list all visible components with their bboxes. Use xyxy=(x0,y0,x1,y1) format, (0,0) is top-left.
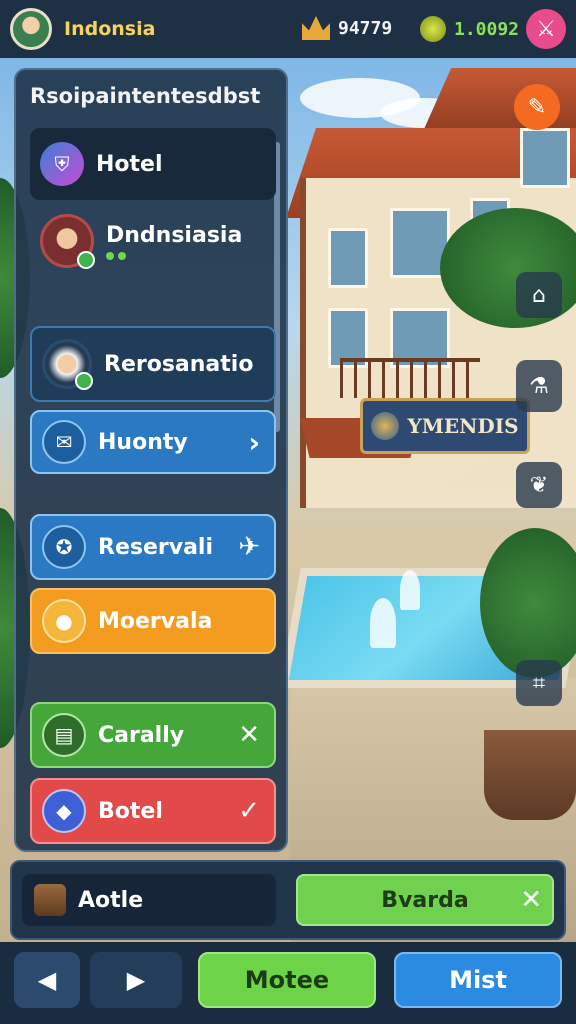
coin-icon: ● xyxy=(42,599,86,643)
check-icon: ✓ xyxy=(238,796,260,826)
menu-item-label: Moervala xyxy=(98,608,213,634)
tag-icon[interactable]: ⌗ xyxy=(516,660,562,706)
character-portrait xyxy=(40,214,95,269)
hotel-sign: YMENDIS xyxy=(360,398,530,454)
confirm-button[interactable]: Bvarda ✕ xyxy=(296,874,554,926)
menu-item-label: Rerosanatio xyxy=(104,351,254,377)
inventory-label: Aotle xyxy=(78,887,144,913)
book-icon: ▤ xyxy=(42,713,86,757)
back-button[interactable]: ◀ xyxy=(14,952,80,1008)
fountain xyxy=(370,598,396,648)
menu-item-label: Reservali xyxy=(98,534,213,560)
menu-item-profile[interactable]: Dndnsiasia xyxy=(30,206,276,276)
sign-logo-icon xyxy=(371,412,400,440)
balcony xyxy=(340,358,480,398)
status-dot xyxy=(106,251,114,260)
coin-value: 1.0092 xyxy=(454,18,520,40)
motee-button[interactable]: Motee xyxy=(198,952,376,1008)
gem-icon: ◆ xyxy=(42,789,86,833)
chest-icon xyxy=(34,884,66,916)
crown-value: 94779 xyxy=(338,17,393,39)
window xyxy=(328,228,368,288)
chevron-right-icon: › xyxy=(248,425,260,459)
tools-icon[interactable]: ✎ xyxy=(514,84,560,130)
online-badge-icon xyxy=(75,372,93,390)
potion-icon[interactable]: ⚗ xyxy=(516,360,562,412)
side-panel: Rsoipaintentesdbst ⛨ Hotel Dndnsiasia Re… xyxy=(14,68,288,852)
menu-item-label: Carally xyxy=(98,722,185,748)
menu-item-label: Huonty xyxy=(98,429,188,455)
crown-resource: 94779 xyxy=(302,16,392,40)
panel-title: Rsoipaintentesdbst xyxy=(30,84,261,108)
online-badge-icon xyxy=(77,251,95,269)
fountain xyxy=(400,570,420,610)
menu-item-huonty[interactable]: ✉ Huonty › xyxy=(30,410,276,474)
menu-item-hotel[interactable]: ⛨ Hotel xyxy=(30,128,276,200)
sign-text: YMENDIS xyxy=(407,414,519,438)
menu-item-label: Dndnsiasia xyxy=(106,222,243,248)
close-icon: ✕ xyxy=(238,720,260,750)
coin-resource: 1.0092 xyxy=(420,16,519,42)
plant-pot xyxy=(484,730,576,820)
mist-button[interactable]: Mist xyxy=(394,952,562,1008)
menu-item-reservations[interactable]: Rerosanatio xyxy=(30,326,276,402)
menu-item-botel[interactable]: ◆ Botel ✓ xyxy=(30,778,276,844)
compass-icon: ✪ xyxy=(42,525,86,569)
menu-item-label: Botel xyxy=(98,798,163,824)
confirm-label: Bvarda xyxy=(381,887,469,913)
profile-info: Dndnsiasia xyxy=(106,223,242,260)
coin-icon xyxy=(420,16,446,42)
crown-icon xyxy=(302,16,330,40)
window xyxy=(520,128,570,188)
region-name: Indonsia xyxy=(64,18,156,40)
status-dot xyxy=(118,251,126,260)
status-dots xyxy=(106,251,242,260)
chef-portrait xyxy=(42,339,93,390)
forward-button[interactable]: ▶ xyxy=(90,952,182,1008)
inventory-button[interactable]: Aotle xyxy=(22,874,276,926)
player-avatar[interactable] xyxy=(10,8,52,50)
menu-item-moervala[interactable]: ● Moervala xyxy=(30,588,276,654)
top-bar: Indonsia 94779 1.0092 ⚔ xyxy=(0,0,576,58)
chat-icon: ✉ xyxy=(42,420,86,464)
sword-icon[interactable]: ⚔ xyxy=(526,9,566,49)
menu-item-carally[interactable]: ▤ Carally ✕ xyxy=(30,702,276,768)
plane-icon: ✈ xyxy=(238,532,260,562)
leaf-icon[interactable]: ❦ xyxy=(516,462,562,508)
shop-basket-icon[interactable]: ⌂ xyxy=(516,272,562,318)
menu-item-reservali[interactable]: ✪ Reservali ✈ xyxy=(30,514,276,580)
shield-icon: ⛨ xyxy=(40,142,84,186)
menu-item-label: Hotel xyxy=(96,151,163,177)
close-icon: ✕ xyxy=(520,885,542,915)
